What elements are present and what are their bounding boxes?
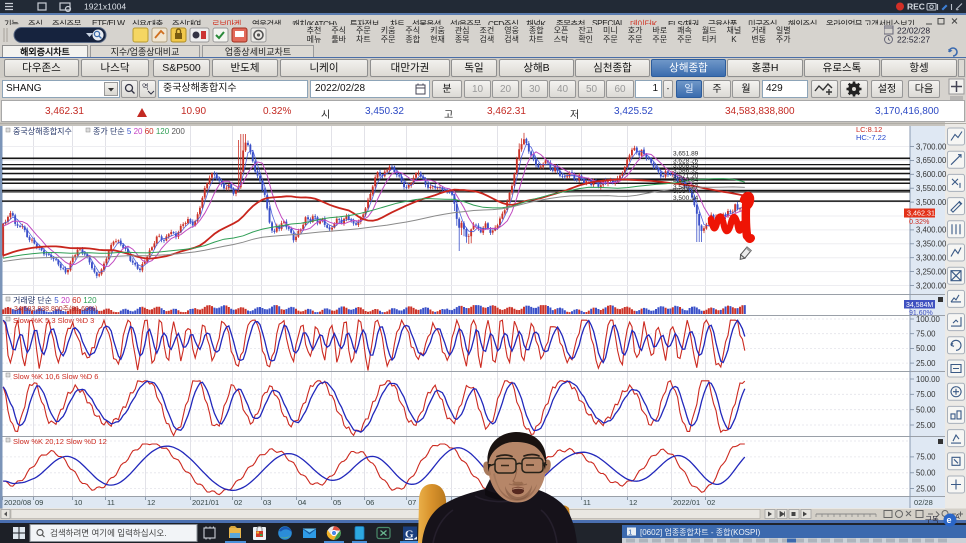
svg-text:3,651.89: 3,651.89 xyxy=(673,151,699,158)
svg-text:2022/01: 2022/01 xyxy=(673,498,700,507)
svg-text:05: 05 xyxy=(333,498,341,507)
svg-text:중국상해종합지수: 중국상해종합지수 xyxy=(13,126,72,136)
svg-text:09: 09 xyxy=(35,498,43,507)
svg-text:04: 04 xyxy=(298,498,306,507)
svg-text:3,500.14: 3,500.14 xyxy=(673,195,699,202)
svg-text:3,550.00: 3,550.00 xyxy=(916,184,947,193)
svg-text:50.00: 50.00 xyxy=(916,406,936,415)
svg-text:Slow %K 5,3 Slow %D 3: Slow %K 5,3 Slow %D 3 xyxy=(13,316,94,325)
svg-text:22:52:27: 22:52:27 xyxy=(897,35,930,45)
svg-text:Slow %K 20,12 Slow %D 12: Slow %K 20,12 Slow %D 12 xyxy=(13,437,107,446)
svg-text:2020/08: 2020/08 xyxy=(4,498,31,507)
svg-text:e: e xyxy=(947,515,952,525)
svg-text:3,556.84: 3,556.84 xyxy=(673,177,699,184)
svg-text:검색하려면 여기에 입력하십시오.: 검색하려면 여기에 입력하십시오. xyxy=(50,528,167,538)
svg-text:25.00: 25.00 xyxy=(916,484,936,493)
svg-text:HC:-7.22: HC:-7.22 xyxy=(856,133,886,142)
svg-text:91.60%: 91.60% xyxy=(909,310,933,317)
svg-text:REC: REC xyxy=(907,2,925,12)
svg-text:34,584M: 34,584M xyxy=(906,302,933,309)
svg-text:3,350.00: 3,350.00 xyxy=(916,240,947,249)
svg-text:거래량 단순 5 20 60 120: 거래량 단순 5 20 60 120 xyxy=(13,295,97,305)
svg-text:1: 1 xyxy=(628,530,632,537)
svg-text:3,400.00: 3,400.00 xyxy=(916,226,947,235)
svg-text:02: 02 xyxy=(234,498,242,507)
svg-text:34,583,838,800주(91.60%): 34,583,838,800주(91.60%) xyxy=(14,305,98,313)
svg-text:50.00: 50.00 xyxy=(916,469,936,478)
svg-text:50.00: 50.00 xyxy=(916,344,936,353)
svg-text:0.32%: 0.32% xyxy=(909,217,930,226)
svg-text:[0602] 업종종합차트 - 종합(KOSPI): [0602] 업종종합차트 - 종합(KOSPI) xyxy=(640,528,761,537)
svg-text:100.00: 100.00 xyxy=(916,375,941,384)
svg-text:25.00: 25.00 xyxy=(916,359,936,368)
svg-text:75.00: 75.00 xyxy=(916,330,936,339)
svg-text:02: 02 xyxy=(707,498,715,507)
svg-text:역: 역 xyxy=(142,82,148,91)
svg-text:구독: 구독 xyxy=(925,515,939,524)
svg-text:02/28: 02/28 xyxy=(914,498,933,507)
svg-text:03: 03 xyxy=(263,498,271,507)
svg-text:3,250.00: 3,250.00 xyxy=(916,267,947,276)
svg-text:11: 11 xyxy=(107,498,115,507)
svg-text:3,650.00: 3,650.00 xyxy=(916,156,947,165)
svg-text:06: 06 xyxy=(366,498,374,507)
svg-text:12: 12 xyxy=(629,498,637,507)
svg-text:3,500.00: 3,500.00 xyxy=(916,198,947,207)
svg-text:종가 단순 5 20 60 120 200: 종가 단순 5 20 60 120 200 xyxy=(93,126,185,136)
svg-text:Slow %K 10,6 Slow %D 6: Slow %K 10,6 Slow %D 6 xyxy=(13,372,98,381)
svg-text:3,600.00: 3,600.00 xyxy=(916,170,947,179)
svg-text:2021/01: 2021/01 xyxy=(192,498,219,507)
svg-text:12: 12 xyxy=(147,498,155,507)
svg-text:3,300.00: 3,300.00 xyxy=(916,254,947,263)
svg-text:10: 10 xyxy=(74,498,82,507)
svg-text:75.00: 75.00 xyxy=(916,453,936,462)
svg-text:1921x1004: 1921x1004 xyxy=(84,2,126,12)
svg-text:25.00: 25.00 xyxy=(916,421,936,430)
svg-text:3,700.00: 3,700.00 xyxy=(916,142,947,151)
svg-text:75.00: 75.00 xyxy=(916,390,936,399)
svg-text:3,200.00: 3,200.00 xyxy=(916,281,947,290)
